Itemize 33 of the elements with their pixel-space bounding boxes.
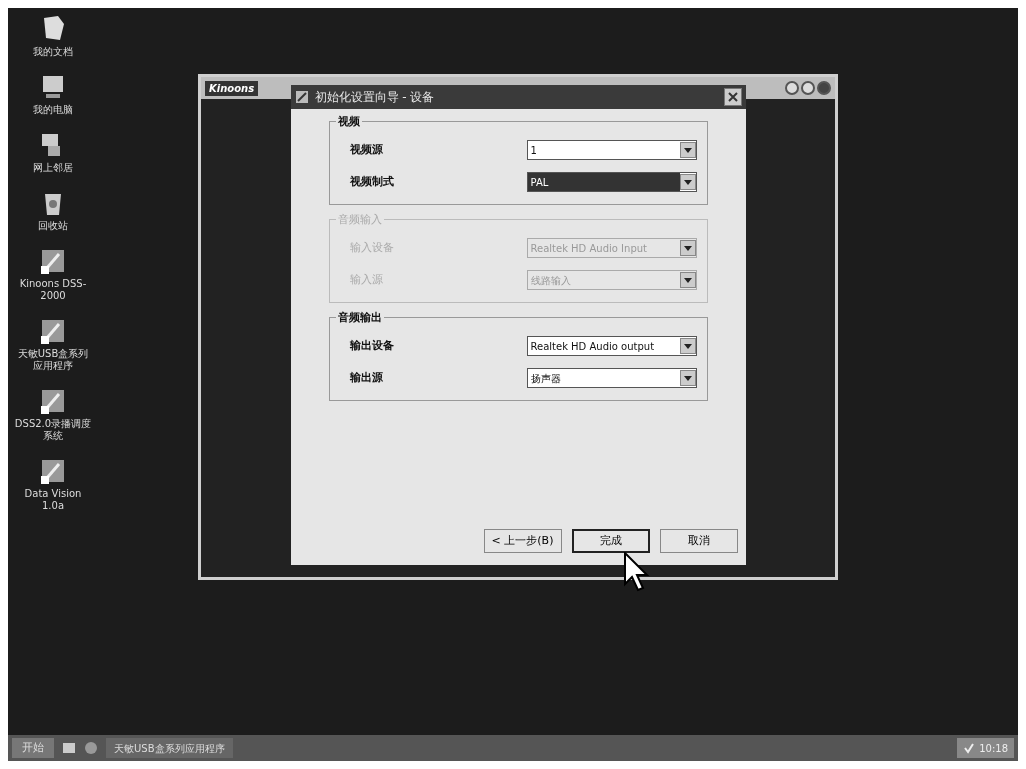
desktop-shortcut[interactable]: 我的电脑 — [13, 72, 93, 116]
dropdown[interactable]: PAL — [526, 172, 697, 192]
desktop-shortcut[interactable]: DSS2.0录播调度系统 — [13, 386, 93, 442]
dialog-button[interactable]: 完成 — [571, 529, 650, 553]
app-logo: Kinoons — [205, 80, 259, 96]
field-label: 视频源 — [349, 141, 383, 158]
desktop-shortcut[interactable]: 天敏USB盒系列应用程序 — [13, 316, 93, 372]
dialog-button[interactable]: 取消 — [659, 529, 738, 553]
field-label: 输出源 — [349, 369, 383, 386]
mouse-cursor-icon — [624, 552, 650, 592]
dialog-button[interactable]: < 上一步(B) — [483, 529, 562, 553]
dropdown[interactable]: Realtek HD Audio output — [526, 336, 697, 356]
start-button[interactable]: 开始 — [12, 738, 54, 758]
field-label: 视频制式 — [349, 173, 394, 190]
desktop-shortcut[interactable]: Kinoons DSS-2000 — [13, 246, 93, 302]
field-label: 输出设备 — [349, 337, 394, 354]
close-icon — [727, 92, 738, 102]
pen-icon — [294, 90, 309, 104]
desktop-shortcut[interactable]: 回收站 — [13, 188, 93, 232]
close-button[interactable] — [817, 81, 831, 95]
desktop-icon[interactable] — [62, 741, 76, 755]
desktop-shortcut[interactable]: 我的文档 — [13, 14, 93, 58]
clock: 10:18 — [979, 741, 1008, 756]
close-button[interactable] — [723, 88, 742, 106]
maximize-button[interactable] — [801, 81, 815, 95]
dropdown[interactable]: 扬声器 — [526, 368, 697, 388]
taskbar-button[interactable]: 天敏USB盒系列应用程序 — [106, 738, 233, 758]
tray-icon[interactable] — [963, 742, 976, 754]
desktop-shortcut[interactable]: Data Vision 1.0a — [13, 456, 93, 512]
desktop-shortcut[interactable]: 网上邻居 — [13, 130, 93, 174]
dropdown[interactable]: 1 — [526, 140, 697, 160]
minimize-button[interactable] — [785, 81, 799, 95]
dialog-title: 初始化设置向导 - 设备 — [314, 89, 436, 106]
